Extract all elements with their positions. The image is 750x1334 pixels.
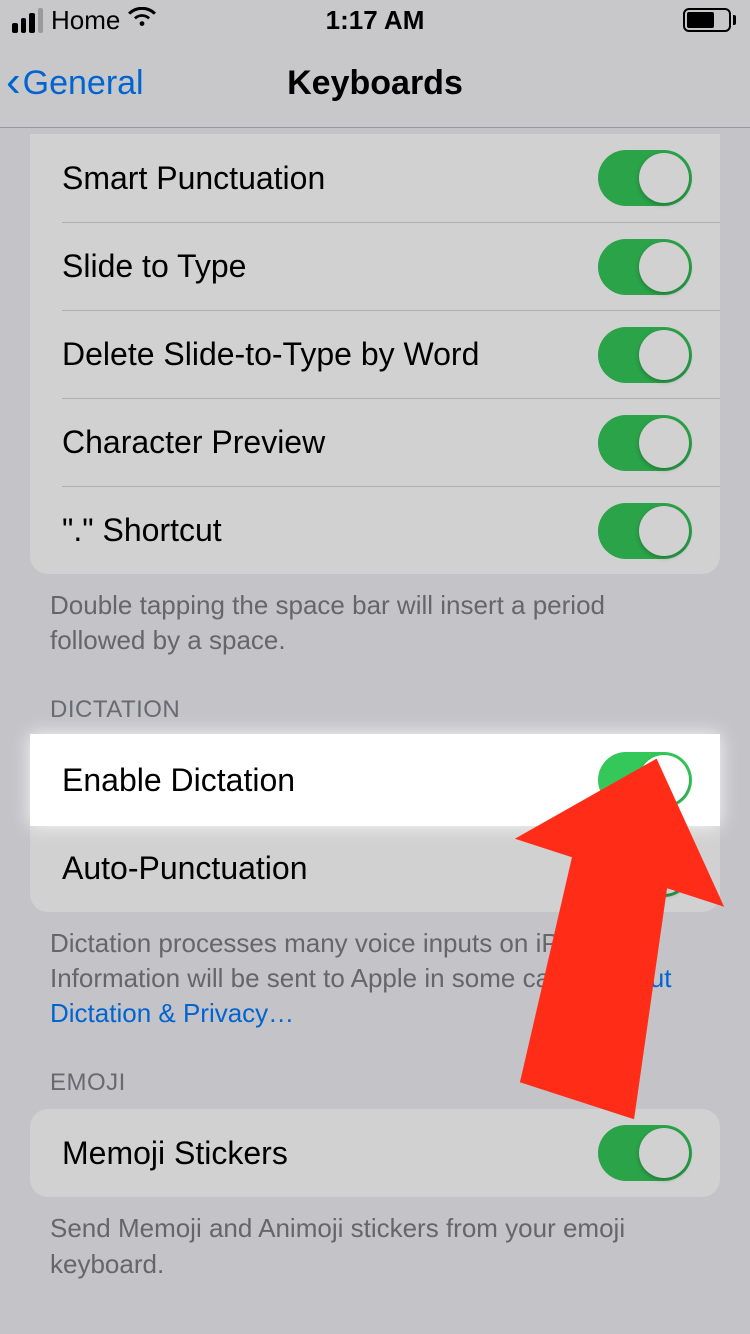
dictation-header: DICTATION — [0, 658, 750, 736]
toggle-character-preview[interactable] — [598, 415, 692, 471]
battery-icon — [683, 8, 736, 32]
wifi-icon — [128, 5, 156, 36]
dictation-footer: Dictation processes many voice inputs on… — [0, 912, 750, 1031]
page-title: Keyboards — [287, 64, 463, 103]
row-slide-to-type[interactable]: Slide to Type — [62, 222, 720, 310]
toggle-slide-to-type[interactable] — [598, 239, 692, 295]
chevron-left-icon: ‹ — [6, 60, 21, 104]
emoji-section: Memoji Stickers — [30, 1109, 720, 1197]
row-label: Character Preview — [62, 424, 325, 461]
cellular-icon — [12, 8, 43, 33]
row-memoji-stickers[interactable]: Memoji Stickers — [30, 1109, 720, 1197]
toggle-smart-punctuation[interactable] — [598, 150, 692, 206]
row-smart-punctuation[interactable]: Smart Punctuation — [30, 134, 720, 222]
emoji-footer: Send Memoji and Animoji stickers from yo… — [0, 1197, 750, 1281]
row-period-shortcut[interactable]: "." Shortcut — [62, 486, 720, 574]
keyboard-options-section: Smart Punctuation Slide to Type Delete S… — [30, 134, 720, 574]
row-label: Enable Dictation — [62, 762, 295, 799]
row-character-preview[interactable]: Character Preview — [62, 398, 720, 486]
row-label: "." Shortcut — [62, 512, 222, 549]
toggle-delete-slide[interactable] — [598, 327, 692, 383]
row-auto-punctuation[interactable]: Auto-Punctuation — [62, 824, 720, 912]
toggle-period-shortcut[interactable] — [598, 503, 692, 559]
row-label: Auto-Punctuation — [62, 850, 308, 887]
status-time: 1:17 AM — [326, 5, 425, 36]
emoji-header: EMOJI — [0, 1031, 750, 1109]
nav-bar: ‹ General Keyboards — [0, 40, 750, 128]
section1-footer: Double tapping the space bar will insert… — [0, 574, 750, 658]
toggle-memoji-stickers[interactable] — [598, 1125, 692, 1181]
status-bar: Home 1:17 AM — [0, 0, 750, 40]
row-label: Slide to Type — [62, 248, 246, 285]
row-label: Delete Slide-to-Type by Word — [62, 336, 479, 373]
carrier-label: Home — [51, 5, 120, 36]
highlight-enable-dictation[interactable]: Enable Dictation — [30, 734, 720, 826]
status-left: Home — [12, 5, 156, 36]
back-button[interactable]: ‹ General — [6, 64, 144, 104]
settings-content[interactable]: Smart Punctuation Slide to Type Delete S… — [0, 128, 750, 1334]
row-label: Smart Punctuation — [62, 160, 325, 197]
toggle-auto-punctuation[interactable] — [598, 841, 692, 897]
toggle-enable-dictation-highlight[interactable] — [598, 752, 692, 808]
row-label: Memoji Stickers — [62, 1135, 288, 1172]
row-delete-slide[interactable]: Delete Slide-to-Type by Word — [62, 310, 720, 398]
back-label: General — [23, 64, 144, 103]
dictation-footer-text: Dictation processes many voice inputs on… — [50, 928, 624, 993]
